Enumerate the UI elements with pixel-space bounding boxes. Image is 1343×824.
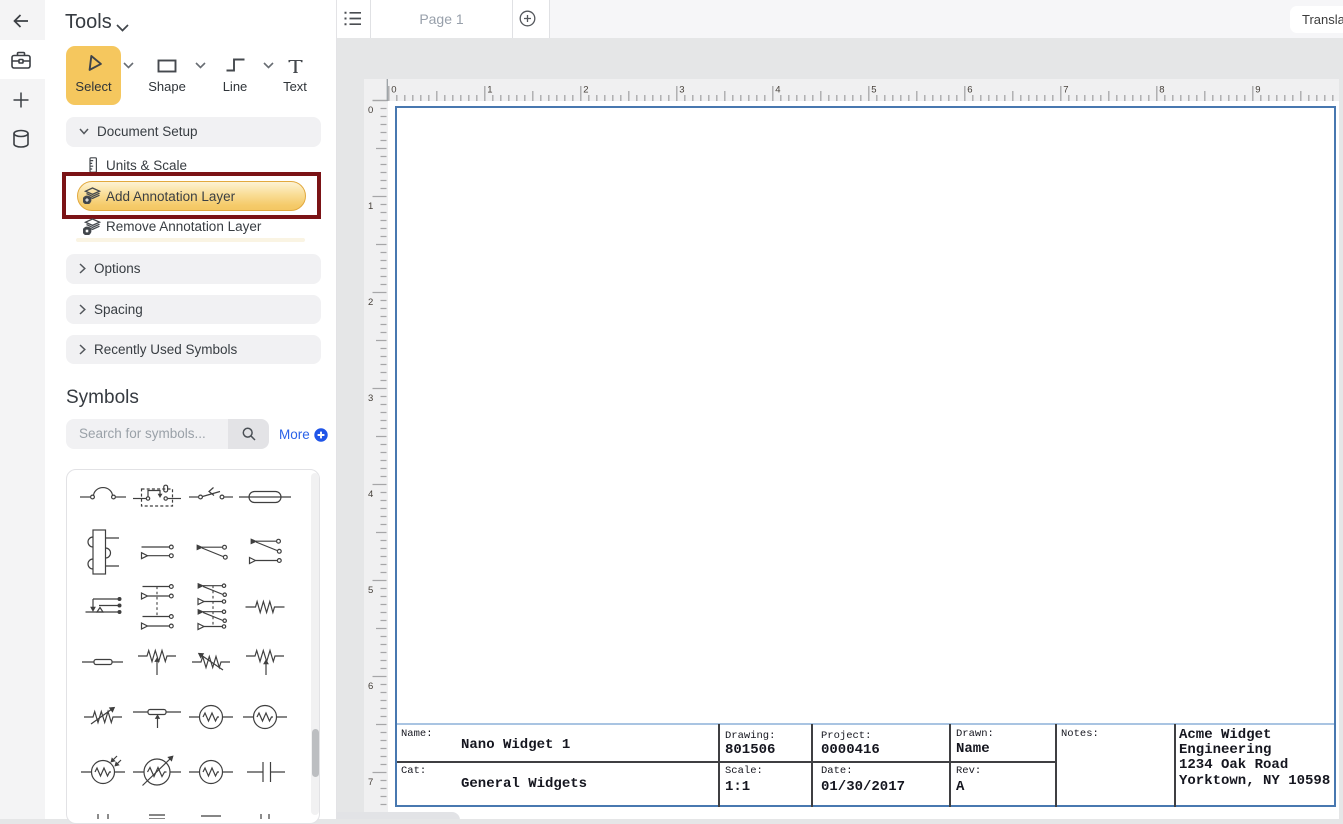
svg-text:6: 6 xyxy=(967,85,972,96)
svg-text:2: 2 xyxy=(583,85,588,96)
svg-text:6: 6 xyxy=(368,681,373,692)
svg-text:4: 4 xyxy=(775,85,780,96)
svg-text:0: 0 xyxy=(391,85,396,96)
svg-text:9: 9 xyxy=(1255,85,1260,96)
svg-text:2: 2 xyxy=(368,297,373,308)
svg-text:8: 8 xyxy=(1159,85,1164,96)
svg-text:3: 3 xyxy=(679,85,684,96)
svg-text:1: 1 xyxy=(487,85,492,96)
svg-text:5: 5 xyxy=(871,85,876,96)
svg-text:7: 7 xyxy=(1063,85,1068,96)
svg-text:4: 4 xyxy=(368,489,373,500)
svg-text:5: 5 xyxy=(368,585,373,596)
svg-text:3: 3 xyxy=(368,393,373,404)
svg-text:0: 0 xyxy=(368,105,373,116)
svg-text:7: 7 xyxy=(368,777,373,788)
svg-text:1: 1 xyxy=(368,201,373,212)
